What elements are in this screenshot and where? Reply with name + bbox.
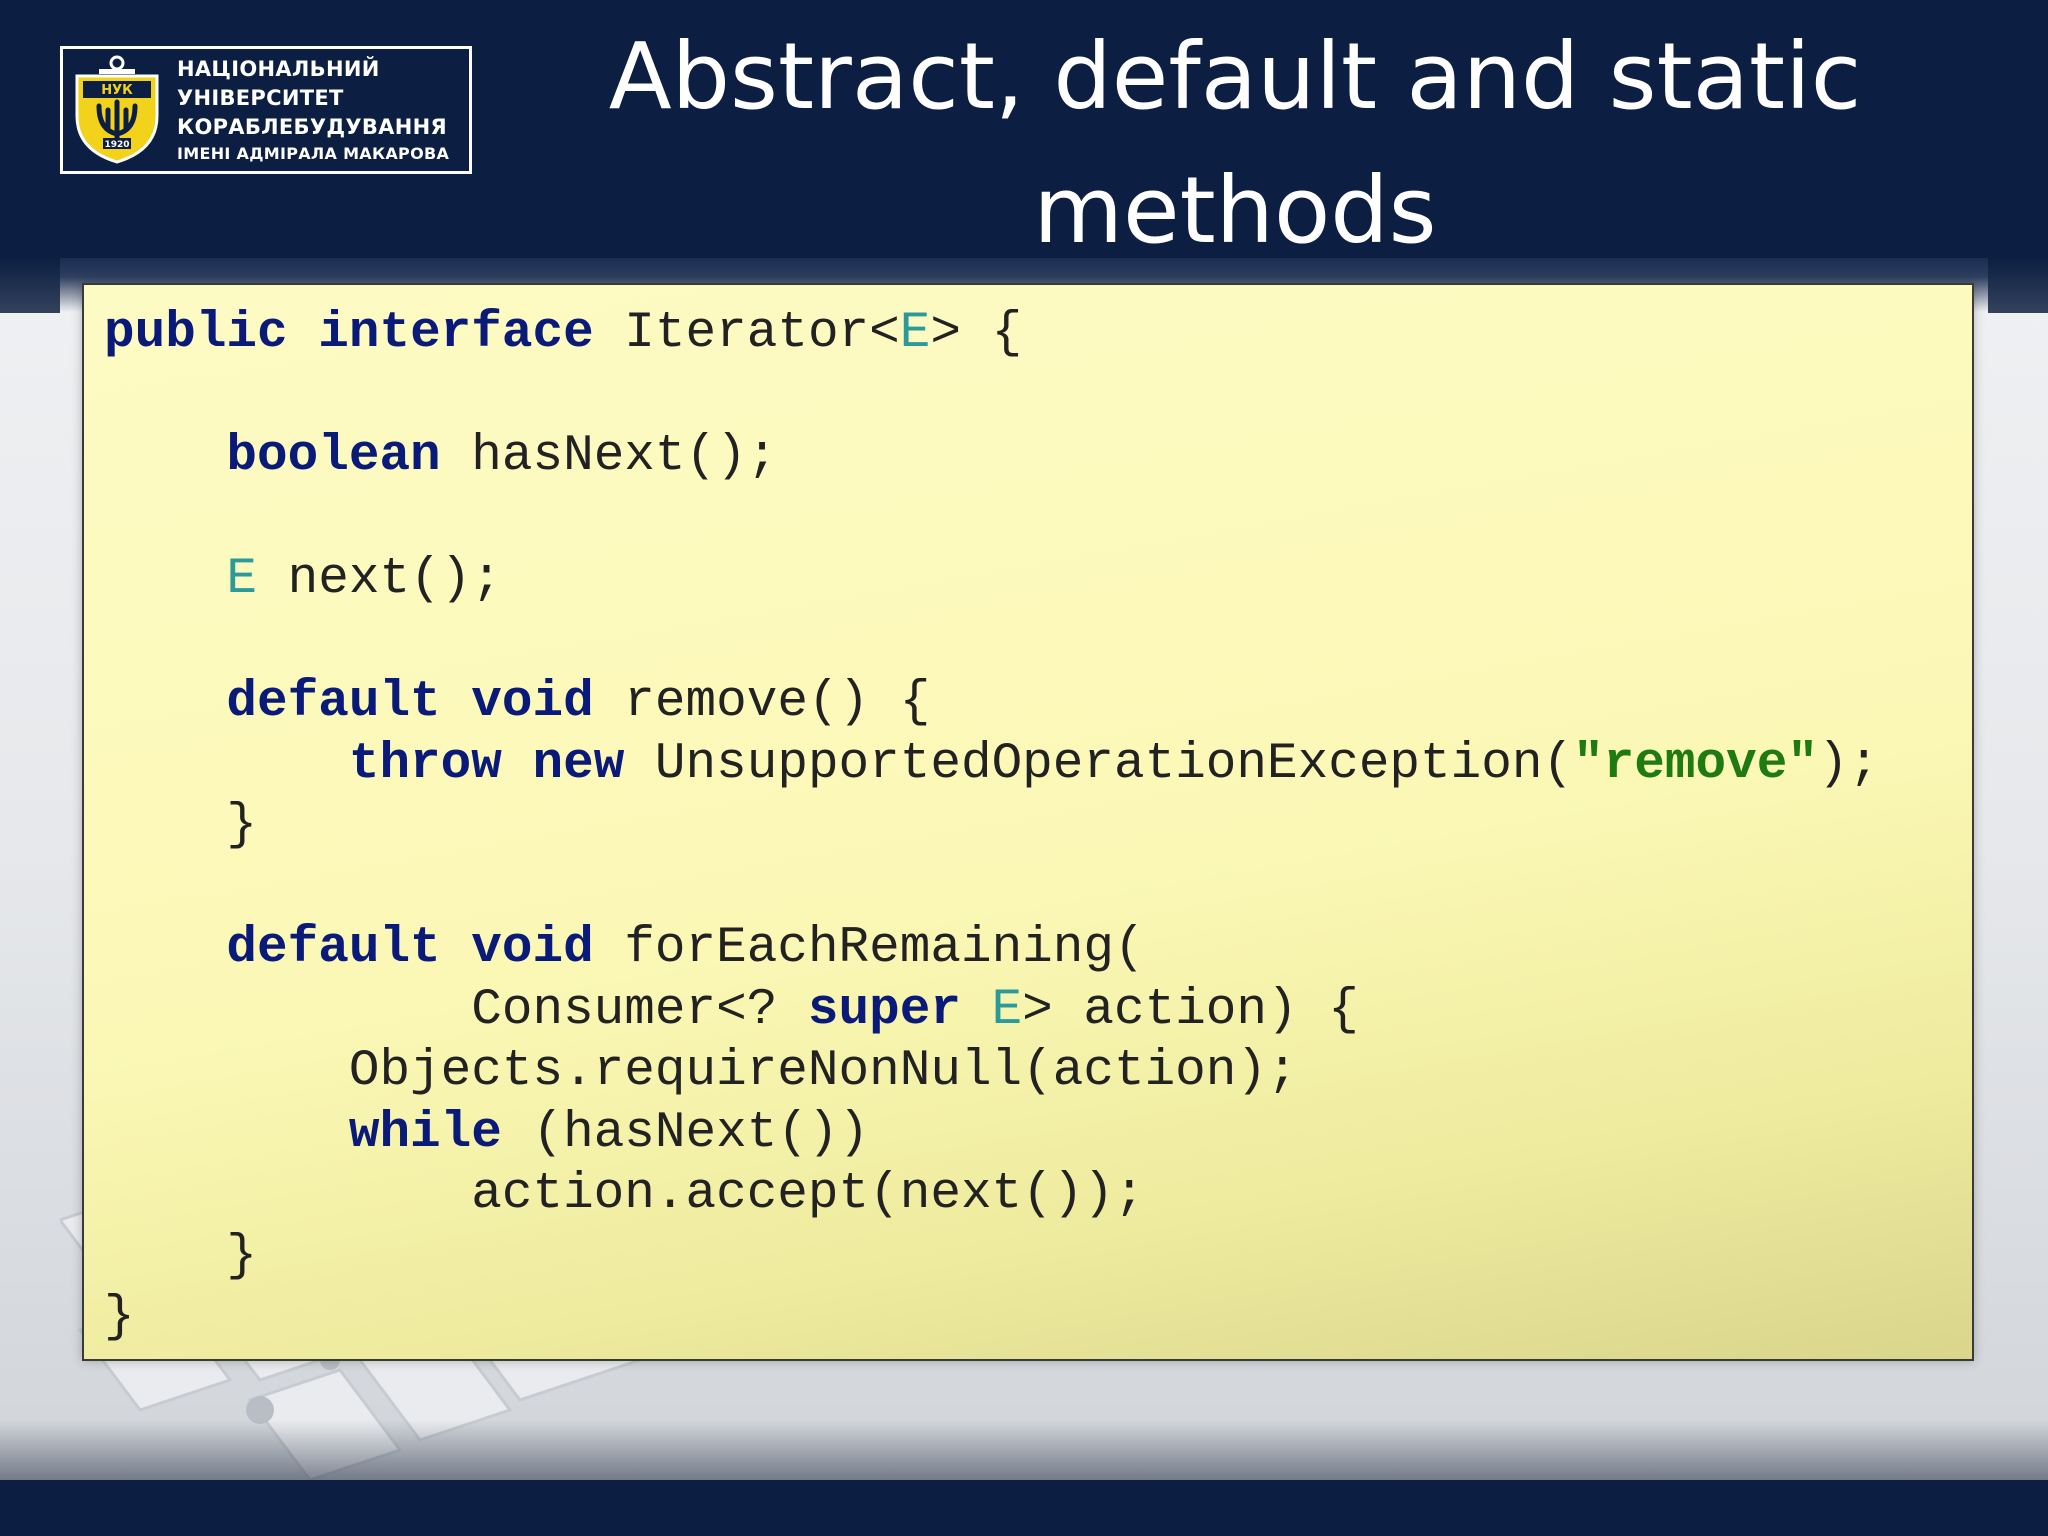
code-token: ); [1817, 735, 1880, 793]
emblem-abbreviation: НУК [101, 83, 133, 98]
code-line: while (hasNext()) [104, 1103, 1879, 1165]
university-name-line-4: ІМЕНІ АДМІРАЛА МАКАРОВА [177, 143, 450, 163]
university-name: НАЦІОНАЛЬНИЙ УНІВЕРСИТЕТ КОРАБЛЕБУДУВАНН… [177, 55, 449, 166]
code-line: Consumer<? super E> action) { [104, 980, 1879, 1042]
slide-title: Abstract, default and static methods [560, 10, 1910, 278]
code-keyword: void [471, 920, 594, 977]
emblem-year: 1920 [104, 140, 129, 150]
code-type-parameter: E [991, 981, 1023, 1039]
code-token: remove() { [593, 674, 931, 731]
code-token: Iterator< [593, 305, 900, 362]
code-keyword: new [532, 735, 625, 793]
code-token: } [104, 797, 258, 854]
code-line: E next(); [104, 549, 1879, 611]
slide-title-line-1: Abstract, default and static [608, 23, 1862, 130]
code-line: boolean hasNext(); [104, 426, 1879, 488]
code-keyword: default [226, 920, 441, 977]
code-token: (hasNext()) [501, 1104, 870, 1162]
code-keyword: public [104, 305, 288, 362]
code-keyword: throw [348, 735, 502, 793]
code-token: Consumer<? [104, 981, 808, 1039]
code-token: } [104, 1227, 258, 1285]
header-side-left [0, 258, 60, 313]
university-name-line-2: УНІВЕРСИТЕТ [177, 85, 344, 110]
code-line: } [104, 1226, 1879, 1288]
university-name-line-1: НАЦІОНАЛЬНИЙ [177, 56, 380, 81]
code-token: hasNext(); [440, 428, 778, 485]
code-panel: public interface Iterator<E> { boolean h… [82, 283, 1974, 1361]
header-side-right [1988, 258, 2048, 313]
code-line: default void remove() { [104, 672, 1879, 734]
code-keyword: void [471, 674, 594, 731]
code-token: UnsupportedOperationException( [624, 735, 1574, 793]
footer-bar [0, 1480, 2048, 1536]
code-token: > { [930, 305, 1023, 362]
code-token: > action) { [1022, 981, 1359, 1039]
code-token: action.accept(next()); [104, 1166, 1145, 1223]
code-line: default void forEachRemaining( [104, 918, 1879, 980]
code-line: Objects.requireNonNull(action); [104, 1041, 1879, 1103]
code-token: } [104, 1289, 135, 1346]
slide-title-line-2: methods [1033, 157, 1437, 264]
code-line: } [104, 795, 1879, 857]
code-line: throw new UnsupportedOperationException(… [104, 734, 1879, 796]
code-listing: public interface Iterator<E> { boolean h… [104, 303, 1879, 1349]
code-line: action.accept(next()); [104, 1164, 1879, 1226]
slide: НУК 1920 НАЦІОНАЛЬНИЙ УНІВЕРСИТЕТ КОРАБЛ… [0, 0, 2048, 1536]
code-keyword: while [348, 1104, 502, 1162]
code-token: next(); [257, 551, 502, 608]
university-logo: НУК 1920 НАЦІОНАЛЬНИЙ УНІВЕРСИТЕТ КОРАБЛ… [60, 46, 472, 174]
code-keyword: interface [318, 305, 594, 362]
code-keyword: super [807, 981, 961, 1039]
university-emblem-icon: НУК 1920 [75, 55, 159, 164]
code-keyword: boolean [226, 428, 441, 485]
code-token: Objects.requireNonNull(action); [104, 1043, 1298, 1100]
code-type-parameter: E [226, 551, 258, 608]
university-name-line-3: КОРАБЛЕБУДУВАННЯ [177, 114, 447, 139]
code-line: } [104, 1287, 1879, 1349]
code-token: forEachRemaining( [593, 920, 1145, 977]
footer-shadow [0, 1420, 2048, 1480]
code-string: "remove" [1573, 735, 1818, 793]
code-type-parameter: E [899, 305, 931, 362]
code-keyword: default [226, 674, 441, 731]
code-line: public interface Iterator<E> { [104, 303, 1879, 365]
